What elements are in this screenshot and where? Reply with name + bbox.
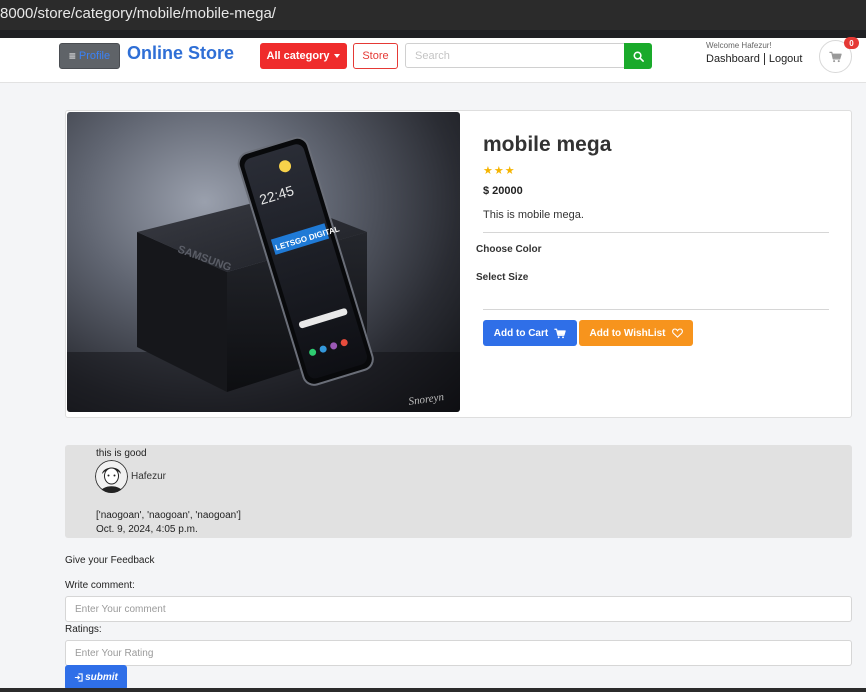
shopping-cart-icon: [554, 328, 566, 338]
all-category-label: All category: [266, 50, 330, 62]
sign-in-icon: [75, 673, 83, 682]
add-to-wishlist-button[interactable]: Add to WishList: [579, 320, 693, 346]
caret-down-icon: [334, 54, 341, 58]
add-to-cart-button[interactable]: Add to Cart: [483, 320, 577, 346]
search-button[interactable]: [624, 43, 652, 69]
product-card: SAMSUNG 22:45 LETSGO DIGITAL Snoreyn mob…: [65, 110, 852, 418]
review-date: Oct. 9, 2024, 4:05 p.m.: [96, 524, 198, 535]
comment-input[interactable]: [65, 596, 852, 622]
logout-link[interactable]: Logout: [769, 53, 803, 65]
choose-color-label: Choose Color: [476, 244, 542, 255]
product-title: mobile mega: [483, 133, 612, 156]
add-to-wishlist-label: Add to WishList: [589, 327, 666, 339]
profile-button[interactable]: ≡ Profile: [59, 43, 120, 69]
feedback-title: Give your Feedback: [65, 555, 155, 566]
dashboard-link[interactable]: Dashboard: [706, 53, 760, 65]
rating-input[interactable]: [65, 640, 852, 666]
product-photo-illustration: SAMSUNG 22:45 LETSGO DIGITAL Snoreyn: [67, 136, 460, 412]
all-category-button[interactable]: All category: [260, 43, 347, 69]
product-price: $ 20000: [483, 185, 523, 197]
product-description: This is mobile mega.: [483, 209, 584, 221]
product-image[interactable]: SAMSUNG 22:45 LETSGO DIGITAL Snoreyn: [67, 112, 460, 412]
brand-logo[interactable]: Online Store: [127, 43, 234, 64]
select-size-label: Select Size: [476, 272, 529, 283]
browser-url-bar[interactable]: 8000/store/category/mobile/mobile-mega/: [0, 0, 866, 30]
review-user-name: Hafezur: [131, 471, 167, 482]
add-to-cart-label: Add to Cart: [493, 327, 549, 339]
heart-icon: [671, 328, 683, 338]
bars-icon: ≡: [68, 49, 76, 63]
submit-button[interactable]: submit: [65, 665, 127, 690]
taskbar-strip: [0, 688, 866, 692]
browser-toolbar-strip: [0, 30, 866, 38]
submit-label: submit: [85, 672, 118, 683]
ratings-label: Ratings:: [65, 624, 102, 635]
user-links: Dashboard Logout: [706, 53, 802, 65]
link-separator: [763, 53, 765, 65]
shopping-cart-icon: [829, 51, 842, 62]
review-text: this is good: [96, 448, 147, 459]
search-icon: [633, 51, 644, 62]
comment-label: Write comment:: [65, 580, 135, 591]
profile-label: Profile: [78, 50, 111, 62]
divider: [483, 309, 829, 310]
welcome-text: Welcome Hafezur!: [706, 41, 772, 50]
star-rating: ★★★: [483, 165, 516, 177]
site-header: ≡ Profile Online Store All category Stor…: [0, 37, 866, 83]
store-button[interactable]: Store: [353, 43, 398, 69]
review-card: this is good Hafezur ['naogoan', 'naogoa…: [65, 445, 852, 538]
url-text: 8000/store/category/mobile/mobile-mega/: [0, 5, 276, 22]
divider: [483, 232, 829, 233]
review-location-list: ['naogoan', 'naogoan', 'naogoan']: [96, 510, 241, 521]
cart-count-badge: 0: [844, 37, 859, 49]
search-input[interactable]: [405, 43, 625, 68]
avatar: [95, 460, 128, 493]
